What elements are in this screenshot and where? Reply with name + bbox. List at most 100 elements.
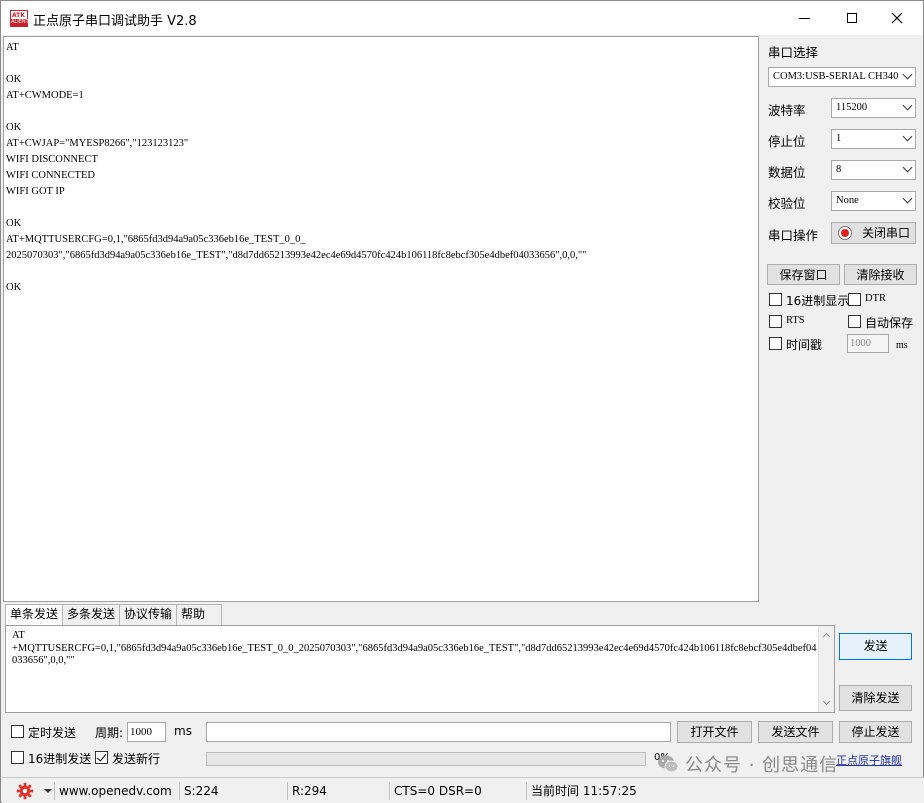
timed-send-checkbox[interactable] [11, 725, 24, 738]
receive-line: OK [6, 74, 22, 85]
gear-icon[interactable] [16, 782, 34, 800]
chevron-down-icon [902, 193, 913, 204]
title-bar: ATK ALIENTEK 正点原子串口调试助手 V2.8 [1, 1, 923, 35]
auto-save-label: 自动保存 [865, 316, 914, 330]
receive-text-area[interactable]: AT OK AT+CWMODE=1 OK AT+CWJAP="MYESP8266","1… [3, 36, 759, 602]
port-select-label: 串口选择 [768, 45, 819, 60]
port-operation-label: 串口操作 [768, 228, 819, 243]
minimize-icon [798, 17, 810, 19]
receive-line: OK [6, 218, 22, 229]
stop-bits-label: 停止位 [768, 134, 806, 149]
receive-line [6, 104, 756, 120]
tab-single-send[interactable]: 单条发送 [5, 604, 64, 626]
hex-display-label: 16进制显示 [786, 294, 850, 308]
send-button[interactable]: 发送 [839, 633, 912, 660]
receive-line: WIFI CONNECTED [6, 170, 95, 181]
timestamp-interval-input[interactable]: 1000 [847, 334, 889, 353]
maximize-icon [847, 13, 857, 23]
send-text-content: AT +MQTTUSERCFG=0,1,"6865fd3d94a9a05c336… [12, 630, 817, 666]
save-window-button[interactable]: 保存窗口 [767, 264, 840, 285]
receive-line [6, 200, 756, 216]
period-input[interactable]: 1000 [127, 722, 166, 742]
receive-line [6, 264, 756, 280]
receive-line: AT+CWJAP="MYESP8266","123123123" [6, 138, 189, 149]
current-time: 当前时间 11:57:25 [526, 782, 706, 800]
baud-rate-select[interactable]: 115200 [831, 98, 916, 118]
parity-label: 校验位 [768, 196, 806, 211]
receive-line: AT+MQTTUSERCFG=0,1,"6865fd3d94a9a05c336e… [6, 234, 306, 245]
receive-line: AT+CWMODE=1 [6, 90, 84, 101]
minimize-button[interactable] [781, 1, 827, 35]
maximize-button[interactable] [829, 1, 875, 35]
receive-line: WIFI GOT IP [6, 186, 65, 197]
chevron-down-icon [902, 131, 913, 142]
send-text-area[interactable]: AT +MQTTUSERCFG=0,1,"6865fd3d94a9a05c336… [5, 625, 835, 713]
sent-count: S:224 [179, 782, 285, 800]
data-bits-label: 数据位 [768, 165, 806, 180]
main-window: ATK ALIENTEK 正点原子串口调试助手 V2.8 AT OK AT+CWMO… [0, 0, 924, 803]
port-select[interactable]: COM3:USB-SERIAL CH340 [768, 67, 916, 87]
receive-line: OK [6, 122, 22, 133]
file-path-input[interactable] [206, 722, 671, 742]
close-icon [891, 12, 903, 24]
dtr-label: DTR [865, 293, 886, 304]
tab-protocol[interactable]: 协议传输 [119, 604, 178, 625]
send-newline-checkbox[interactable] [95, 751, 108, 764]
logo-text-top: ATK [12, 12, 25, 19]
timed-send-label: 定时发送 [28, 726, 77, 740]
modem-lines-status: CTS=0 DSR=0 DCD=0 [389, 782, 524, 803]
chevron-down-icon [902, 100, 913, 111]
close-port-label: 关闭串口 [862, 226, 911, 240]
settings-panel: 串口选择 COM3:USB-SERIAL CH340 波特率 115200 停止… [761, 36, 923, 602]
chevron-down-icon [902, 162, 913, 173]
dtr-checkbox[interactable] [848, 293, 861, 306]
clear-receive-button[interactable]: 清除接收 [844, 264, 917, 285]
stop-bits-value: 1 [836, 133, 842, 144]
wechat-icon [658, 755, 679, 773]
receive-line [6, 56, 756, 72]
tab-multi-send[interactable]: 多条发送 [62, 604, 121, 625]
rts-checkbox[interactable] [769, 315, 782, 328]
timestamp-checkbox[interactable] [769, 337, 782, 350]
send-file-button[interactable]: 发送文件 [758, 721, 833, 743]
receive-line: 2025070303","6865fd3d94a9a05c336eb16e_TE… [6, 250, 587, 261]
period-label: 周期: [95, 726, 124, 740]
watermark: 公众号 · 创思通信 [657, 751, 838, 777]
receive-line: AT [6, 42, 19, 53]
send-newline-label: 发送新行 [112, 752, 161, 766]
stop-send-button[interactable]: 停止发送 [839, 721, 912, 743]
stop-bits-select[interactable]: 1 [831, 129, 916, 149]
scroll-up-icon [822, 632, 831, 641]
baud-rate-label: 波特率 [768, 103, 806, 118]
received-count: R:294 [287, 782, 388, 800]
close-port-button[interactable]: 关闭串口 [831, 222, 916, 244]
receive-line: WIFI DISCONNECT [6, 154, 98, 165]
scroll-down-icon [822, 697, 831, 706]
period-unit-label: ms [174, 724, 192, 738]
hex-display-checkbox[interactable] [769, 293, 782, 306]
chevron-down-icon[interactable] [44, 789, 52, 793]
close-window-button[interactable] [874, 1, 920, 35]
parity-select[interactable]: None [831, 191, 916, 211]
rts-label: RTS [786, 315, 805, 326]
chevron-down-icon [902, 69, 913, 80]
port-status-indicator-icon [838, 226, 852, 240]
hex-send-checkbox[interactable] [11, 751, 24, 764]
port-select-value: COM3:USB-SERIAL CH340 [773, 71, 899, 82]
brand-link[interactable]: 正点原子旗舰 [836, 752, 902, 768]
hex-send-label: 16进制发送 [28, 752, 92, 766]
timestamp-label: 时间戳 [786, 338, 823, 352]
receive-line: OK [6, 282, 22, 293]
timestamp-unit-label: ms [896, 340, 908, 351]
auto-save-checkbox[interactable] [848, 315, 861, 328]
open-file-button[interactable]: 打开文件 [677, 721, 752, 743]
tab-help[interactable]: 帮助 [176, 604, 223, 625]
logo-text-bottom: ALIENTEK [11, 19, 36, 26]
data-bits-select[interactable]: 8 [831, 160, 916, 180]
send-progress-bar [206, 752, 646, 766]
send-scrollbar[interactable] [818, 626, 834, 712]
parity-value: None [836, 195, 859, 206]
website-link[interactable]: www.openedv.com [54, 782, 176, 800]
data-bits-value: 8 [836, 164, 842, 175]
clear-send-button[interactable]: 清除发送 [839, 685, 912, 711]
